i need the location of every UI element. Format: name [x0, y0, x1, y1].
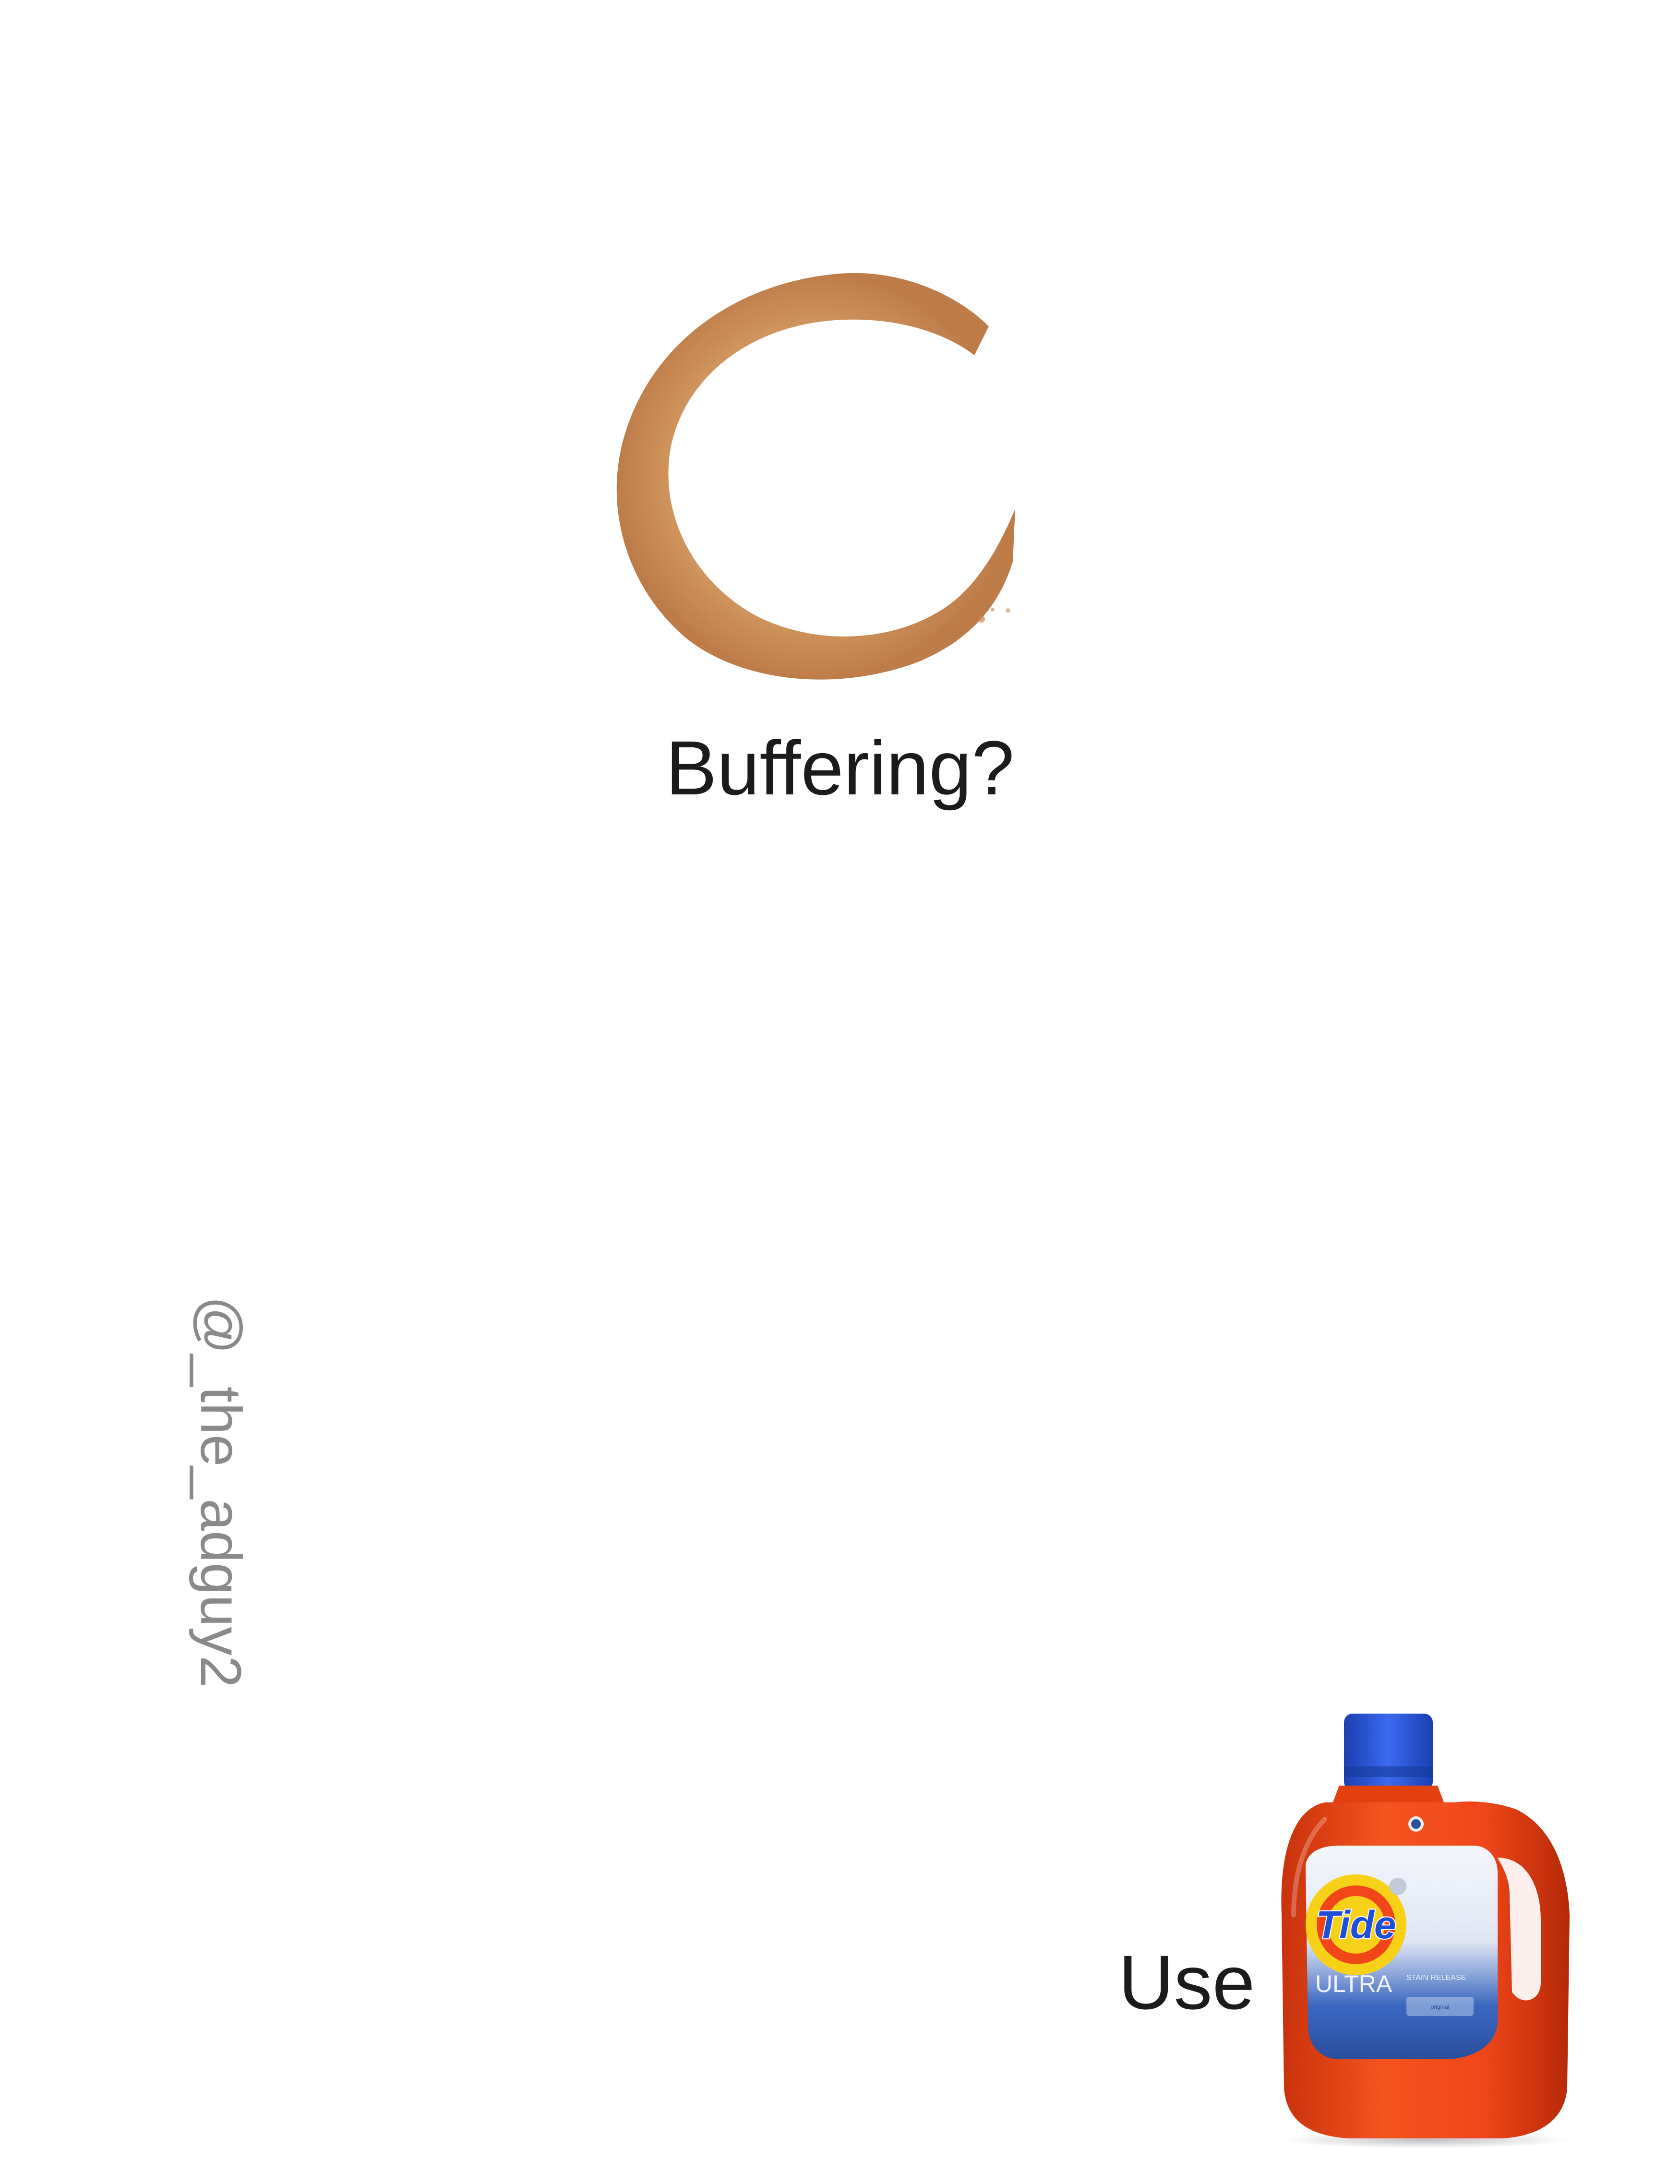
- product-variant-text: original: [1431, 2004, 1450, 2010]
- coffee-stain-ring-icon: [616, 273, 1015, 680]
- author-handle: @_the_adguy2: [189, 1296, 253, 1688]
- brand-logo-text: Tide: [1316, 1903, 1396, 1947]
- ad-canvas: Buffering? @_the_adguy2 Use Tide ULTRA S…: [0, 0, 1680, 2184]
- cta-label: Use: [1118, 1939, 1255, 2025]
- headline: Buffering?: [665, 725, 1015, 811]
- product-line-text: ULTRA: [1315, 1970, 1392, 1997]
- product-sub-text: STAIN RELEASE: [1406, 1974, 1466, 1982]
- detergent-bottle-image: Tide ULTRA STAIN RELEASE original: [1281, 1714, 1570, 2148]
